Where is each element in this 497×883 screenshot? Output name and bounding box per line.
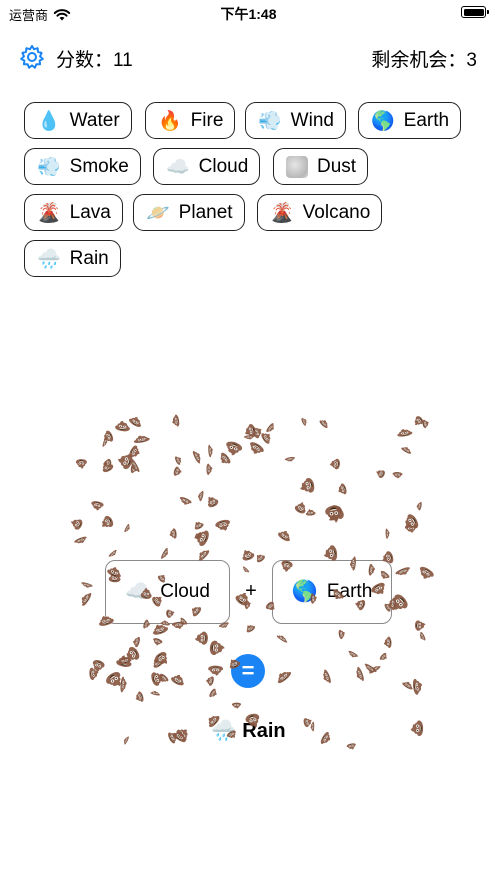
poop-emoji-particle: 💩: [349, 554, 358, 572]
poop-emoji-particle: 💩: [231, 702, 243, 709]
poop-emoji-particle: 💩: [329, 587, 347, 604]
poop-emoji-particle: 💩: [415, 500, 424, 513]
poop-emoji-particle: 💩: [195, 630, 209, 647]
poop-emoji-particle: 💩: [239, 547, 258, 564]
poop-emoji-particle: 💩: [243, 711, 263, 731]
poop-emoji-particle: 💩: [194, 546, 212, 564]
poop-emoji-particle: 💩: [354, 597, 368, 613]
poop-emoji-particle: 💩: [208, 638, 226, 658]
poop-emoji-particle: 💩: [171, 621, 188, 631]
poop-emoji-particle: 💩: [139, 587, 154, 601]
poop-emoji-particle: 💩: [346, 648, 360, 660]
poop-emoji-particle: 💩: [337, 628, 346, 642]
poop-emoji-particle: 💩: [171, 413, 182, 429]
poop-emoji-particle: 💩: [78, 589, 95, 609]
poop-emoji-particle: 💩: [384, 527, 390, 541]
poop-emoji-particle: 💩: [299, 415, 309, 428]
poop-emoji-particle: 💩: [98, 512, 116, 531]
poop-emoji-particle: 💩: [189, 603, 205, 620]
particle-effect-layer: 💩 💩 💩 💩 💩 💩 💩 💩 💩 💩 💩 💩 💩 💩 💩 💩 💩 💩 💩 💩 💩 💩 💩 💩 💩 💩 💩 💩 💩 💩 💩 💩 💩 💩 💩 💩 💩 💩 💩 💩…: [0, 0, 497, 883]
poop-emoji-particle: 💩: [217, 621, 231, 631]
poop-emoji-particle: 💩: [323, 543, 340, 564]
poop-emoji-particle: 💩: [275, 632, 291, 645]
poop-emoji-particle: 💩: [177, 495, 194, 508]
poop-emoji-particle: 💩: [208, 687, 221, 701]
poop-emoji-particle: 💩: [278, 558, 295, 574]
poop-emoji-particle: 💩: [367, 562, 375, 577]
poop-emoji-particle: 💩: [155, 572, 169, 585]
poop-emoji-particle: 💩: [122, 522, 132, 535]
poop-emoji-particle: 💩: [378, 651, 391, 664]
poop-emoji-particle: 💩: [415, 563, 437, 583]
poop-emoji-particle: 💩: [68, 515, 86, 533]
poop-emoji-particle: 💩: [368, 579, 390, 599]
poop-emoji-particle: 💩: [132, 635, 143, 650]
poop-emoji-particle: 💩: [72, 534, 89, 546]
poop-emoji-particle: 💩: [204, 711, 223, 731]
poop-emoji-particle: 💩: [79, 580, 95, 590]
poop-emoji-particle: 💩: [169, 527, 178, 541]
poop-emoji-particle: 💩: [89, 499, 106, 512]
poop-emoji-particle: 💩: [96, 613, 117, 629]
poop-emoji-particle: 💩: [112, 420, 132, 434]
poop-emoji-particle: 💩: [75, 458, 89, 469]
poop-emoji-particle: 💩: [283, 456, 297, 463]
poop-emoji-particle: 💩: [392, 471, 405, 479]
poop-emoji-particle: 💩: [273, 667, 294, 687]
poop-emoji-particle: 💩: [319, 667, 333, 687]
poop-emoji-particle: 💩: [399, 444, 415, 456]
poop-emoji-particle: 💩: [206, 462, 213, 477]
poop-emoji-particle: 💩: [388, 596, 398, 612]
poop-emoji-particle: 💩: [207, 443, 214, 459]
poop-emoji-particle: 💩: [322, 503, 345, 524]
poop-emoji-particle: 💩: [258, 429, 275, 447]
poop-emoji-particle: 💩: [151, 636, 165, 647]
poop-emoji-particle: 💩: [224, 728, 239, 742]
poop-emoji-particle: 💩: [134, 690, 146, 705]
poop-emoji-particle: 💩: [244, 621, 258, 635]
poop-emoji-particle: 💩: [318, 729, 335, 749]
poop-emoji-particle: 💩: [203, 494, 221, 511]
poop-emoji-particle: 💩: [298, 475, 318, 497]
poop-emoji-particle: 💩: [411, 676, 424, 697]
poop-emoji-particle: 💩: [393, 564, 413, 578]
poop-emoji-particle: 💩: [213, 517, 234, 534]
poop-emoji-particle: 💩: [310, 720, 315, 733]
poop-emoji-particle: 💩: [330, 456, 342, 471]
poop-emoji-particle: 💩: [172, 464, 184, 478]
poop-emoji-particle: 💩: [168, 671, 188, 688]
poop-emoji-particle: 💩: [207, 664, 225, 676]
poop-emoji-particle: 💩: [395, 427, 415, 439]
poop-emoji-particle: 💩: [345, 742, 358, 752]
poop-emoji-particle: 💩: [159, 545, 172, 562]
poop-emoji-particle: 💩: [411, 718, 425, 738]
poop-emoji-particle: 💩: [374, 467, 388, 481]
poop-emoji-particle: 💩: [413, 618, 425, 633]
poop-emoji-particle: 💩: [191, 447, 204, 466]
poop-emoji-particle: 💩: [379, 549, 396, 568]
poop-emoji-particle: 💩: [165, 608, 176, 620]
poop-emoji-particle: 💩: [309, 593, 317, 606]
poop-emoji-particle: 💩: [383, 635, 393, 650]
poop-emoji-particle: 💩: [317, 417, 331, 431]
poop-emoji-particle: 💩: [122, 734, 131, 746]
poop-emoji-particle: 💩: [336, 481, 349, 498]
poop-emoji-particle: 💩: [103, 457, 112, 469]
poop-emoji-particle: 💩: [204, 673, 216, 688]
poop-emoji-particle: 💩: [173, 453, 184, 467]
poop-emoji-particle: 💩: [378, 569, 393, 582]
poop-emoji-particle: 💩: [150, 690, 163, 697]
poop-emoji-particle: 💩: [106, 548, 119, 560]
poop-emoji-particle: 💩: [88, 666, 100, 682]
poop-emoji-particle: 💩: [240, 565, 251, 576]
poop-emoji-particle: 💩: [417, 630, 427, 644]
poop-emoji-particle: 💩: [263, 600, 278, 615]
poop-emoji-particle: 💩: [226, 656, 243, 672]
poop-emoji-particle: 💩: [275, 527, 295, 544]
